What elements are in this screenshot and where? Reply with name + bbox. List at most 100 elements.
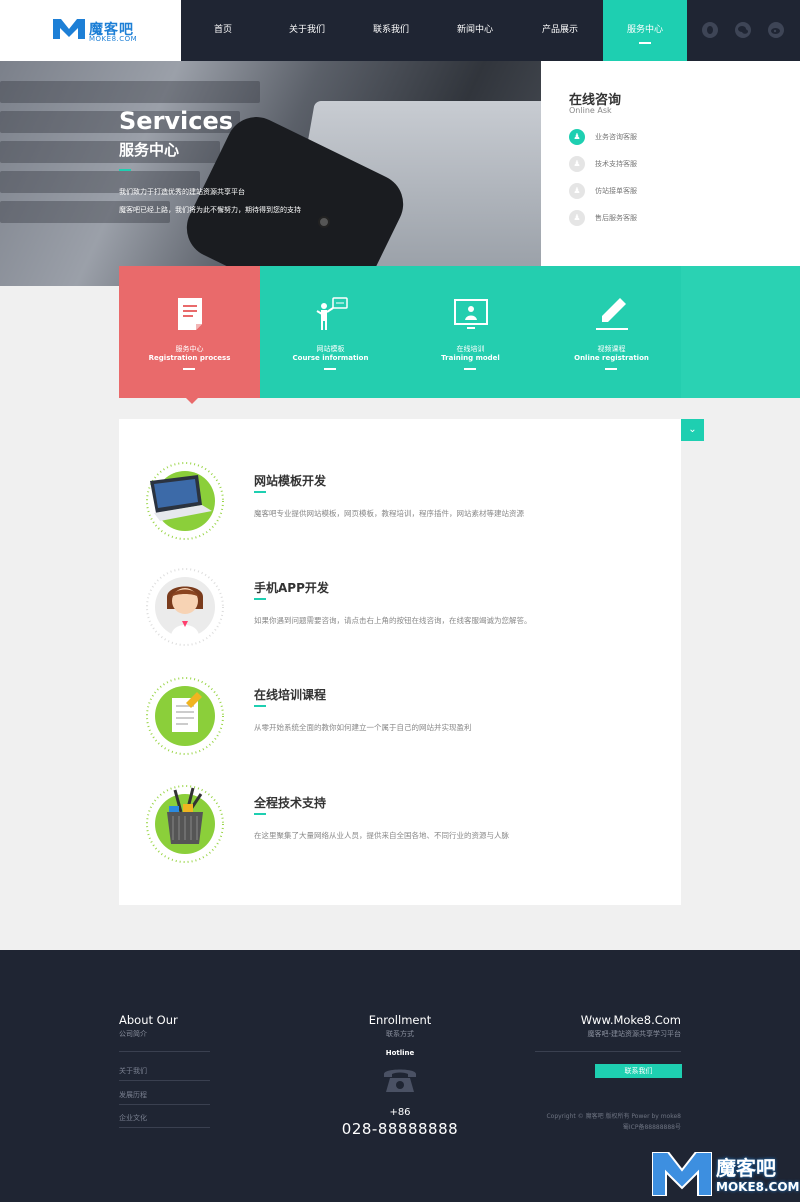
pen-icon [595,298,628,330]
nav-about[interactable]: 关于我们 [265,0,349,61]
qq-icon[interactable] [702,22,718,38]
footer-divider [119,1051,210,1052]
user-icon: ♟ [569,129,585,145]
nav-services[interactable]: 服务中心 [603,0,687,61]
tab-underline [605,368,617,370]
service-desc: 从零开始系统全面的教你如何建立一个属于自己的网站并实现盈利 [254,723,472,732]
document-icon [177,298,202,330]
tab-label-zh: 服务中心 [175,345,204,353]
presenter-icon [315,297,348,330]
nav-news[interactable]: 新闻中心 [433,0,517,61]
pencil-cup-icon [146,785,224,863]
service-desc: 魔客吧专业提供网站模板，网页模板，教程培训，程序插件，网站素材等建站资源 [254,509,524,518]
hotline-label: Hotline [385,1049,415,1057]
monitor-icon [453,299,488,329]
service-desc: 在这里聚集了大量网络从业人员，提供来自全国各地、不同行业的资源与人脉 [254,831,509,840]
tab-label-en: Training model [441,354,500,362]
tab-video[interactable]: 视频课程 Online registration [541,266,682,398]
footer-link-about[interactable]: 关于我们 [119,1066,147,1076]
nav-label: 关于我们 [288,25,325,35]
ask-item-label: 售后服务客服 [595,214,637,222]
telephone-icon [384,1069,416,1092]
ask-item-label: 业务咨询客服 [595,133,637,141]
nav-active-underline [639,42,651,44]
tab-label-zh: 在线培训 [456,345,485,353]
logo[interactable]: 魔客吧 MOKE8.COM [0,0,181,61]
footer-about-sub: 公司简介 [119,1030,147,1038]
banner-title: Services [119,107,234,135]
service-desc: 如果你遇到问题需要咨询，请点击右上角的按钮在线咨询，在线客服竭诚为您解答。 [254,616,532,625]
footer-link-culture[interactable]: 企业文化 [119,1113,147,1123]
banner-subtitle: 服务中心 [119,141,180,159]
watermark-text: 魔客吧 [716,1156,776,1180]
service-divider [254,705,266,707]
footer-site-title: Www.Moke8.Com [580,1013,681,1027]
footer-divider [119,1104,210,1105]
phone-camera [318,216,330,228]
support-agent-icon [146,568,224,646]
nav-contact[interactable]: 联系我们 [349,0,433,61]
country-code: +86 [389,1107,411,1118]
laptop-icon [146,462,224,540]
service-title: 在线培训课程 [254,688,327,702]
nav-products[interactable]: 产品展示 [518,0,602,61]
logo-sub: MOKE8.COM [89,35,138,43]
hero-banner [0,61,541,286]
service-divider [254,598,266,600]
user-icon: ♟ [569,156,585,172]
ask-item-label: 技术支持客服 [595,160,637,168]
notepad-icon [146,677,224,755]
footer-enroll-sub: 联系方式 [386,1030,414,1038]
footer-about-title: About Our [119,1013,178,1027]
tab-underline [464,368,476,370]
tab-underline [183,368,195,370]
nav-label: 服务中心 [626,25,663,35]
tab-service-center[interactable]: 服务中心 Registration process [119,266,260,398]
nav-label: 新闻中心 [456,25,493,35]
service-tabs-extension [681,266,800,398]
footer-link-history[interactable]: 发展历程 [119,1090,147,1100]
user-icon: ♟ [569,210,585,226]
tab-label-zh: 视频课程 [597,345,626,353]
watermark: 魔客吧 MOKE8.COM [650,1148,800,1202]
service-title: 全程技术支持 [254,796,327,810]
banner-desc-2: 魔客吧已经上路，我们将为此不懈努力，期待得到您的支持 [119,206,301,214]
tab-training[interactable]: 在线培训 Training model [400,266,541,398]
weibo-icon[interactable] [768,22,784,38]
ask-item-label: 仿站接单客服 [595,187,637,195]
footer-enroll-title: Enrollment [368,1013,432,1027]
tab-label-zh: 网站模板 [316,345,345,353]
nav-home[interactable]: 首页 [181,0,265,61]
expand-button[interactable]: ⌄ [681,419,704,441]
wechat-icon[interactable] [735,22,751,38]
user-icon: ♟ [569,183,585,199]
nav-label: 联系我们 [372,25,409,35]
tab-label-en: Online registration [574,354,649,362]
banner-desc-1: 我们致力于打造优秀的建站资源共享平台 [119,188,245,196]
contact-us-button[interactable]: 联系我们 [595,1064,682,1078]
service-divider [254,491,266,493]
footer-divider [535,1051,681,1052]
logo-m-icon [53,19,85,39]
nav-label: 产品展示 [541,25,578,35]
service-divider [254,813,266,815]
chevron-down-icon: ⌄ [688,424,697,435]
watermark-url: MOKE8.COM [716,1180,800,1194]
watermark-logo-icon [652,1152,712,1196]
footer-divider [119,1127,210,1128]
footer-divider [119,1080,210,1081]
tab-label-en: Registration process [148,354,231,362]
nav-label: 首页 [213,25,232,35]
icp-record: 蜀ICP备88888888号 [622,1124,681,1131]
service-title: 手机APP开发 [254,581,329,595]
service-title: 网站模板开发 [254,474,327,488]
phone-number: 028-88888888 [341,1120,459,1138]
tab-label-en: Course information [292,354,369,362]
banner-divider [119,169,131,171]
active-tab-pointer [186,398,198,404]
footer-site-sub: 魔客吧-建站资源共享学习平台 [587,1030,681,1038]
tab-templates[interactable]: 网站模板 Course information [260,266,401,398]
tab-underline [324,368,336,370]
copyright: Copyright © 魔客吧 版权所有 Power by moke8 [546,1113,681,1120]
online-ask-subtitle: Online Ask [569,106,612,115]
